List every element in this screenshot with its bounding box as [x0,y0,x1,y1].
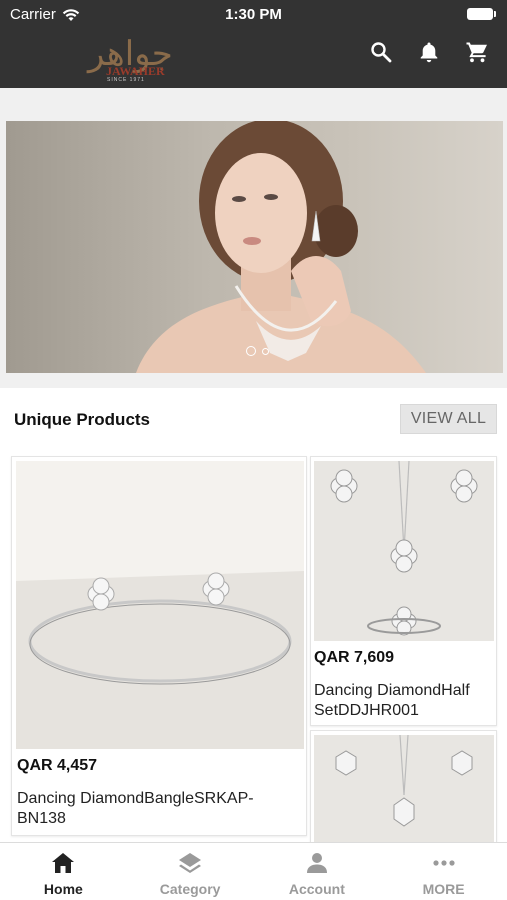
product-card[interactable]: QAR 7,609 Dancing DiamondHalf SetDDJHR00… [310,456,497,726]
view-all-button[interactable]: VIEW ALL [400,404,497,434]
product-image [314,461,494,641]
cart-icon[interactable] [465,40,489,64]
banner-model-image [136,121,426,373]
header-actions [369,40,489,64]
products-grid: QAR 4,457 Dancing DiamondBangleSRKAP- BN… [0,452,507,842]
tab-home[interactable]: Home [0,843,127,900]
product-name-line: Dancing DiamondHalf [314,682,470,699]
status-time: 1:30 PM [225,6,282,23]
hero-banner[interactable] [6,121,503,373]
tab-category[interactable]: Category [127,843,254,900]
more-dots-icon [433,860,455,866]
bell-icon[interactable] [417,40,441,64]
tab-label: Home [43,881,83,897]
product-price: QAR 7,609 [314,649,395,666]
logo-since: SINCE 1971 [107,77,145,83]
product-price: QAR 4,457 [17,757,98,774]
bottom-navigation: Home Category Account MORE [0,842,507,900]
product-name: Dancing DiamondBangleSRKAP- BN138 [17,789,303,829]
battery-icon [467,8,496,20]
product-name-line: Dancing DiamondBangleSRKAP- [17,790,254,807]
product-card[interactable] [310,730,497,842]
tab-more[interactable]: MORE [380,843,507,900]
product-card[interactable]: QAR 4,457 Dancing DiamondBangleSRKAP- BN… [11,456,307,836]
product-name: Dancing DiamondHalf SetDDJHR001 [314,681,494,721]
unique-products-header: Unique Products VIEW ALL [0,388,507,448]
status-bar: Carrier 1:30 PM [0,0,507,28]
product-name-line: BN138 [17,810,66,827]
product-name-line: SetDDJHR001 [314,702,419,719]
carousel-dot-active[interactable] [246,346,256,356]
app-header: Carrier 1:30 PM جواهر JAWAHER SINCE 1971 [0,0,507,88]
carousel-indicators [246,346,269,356]
carousel-dot[interactable] [262,347,269,355]
tab-label: Category [159,881,221,897]
section-title: Unique Products [14,410,151,429]
brand-logo[interactable]: جواهر JAWAHER SINCE 1971 [88,34,218,84]
home-icon [52,853,75,873]
person-icon [306,853,327,873]
search-icon[interactable] [369,40,393,64]
product-image [314,735,494,842]
tab-label: MORE [422,881,465,897]
layers-icon [179,853,202,873]
product-image [16,461,304,749]
tab-label: Account [288,881,345,897]
tab-account[interactable]: Account [254,843,381,900]
banner-section [0,88,507,388]
